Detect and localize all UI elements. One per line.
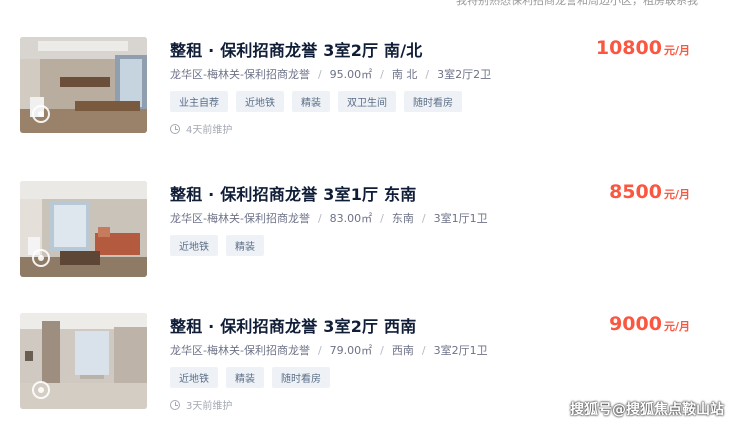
listing-info: 龙华区-梅林关-保利招商龙誉 / 95.00㎡ / 南 北 / 3室2厅2卫 (170, 66, 491, 82)
maintenance-info: 4天前维护 (170, 121, 232, 136)
listing-price: 10800 元/月 (596, 37, 690, 59)
location: 龙华区-梅林关-保利招商龙誉 (170, 344, 310, 357)
separator: / (380, 212, 384, 225)
tag: 随时看房 (272, 367, 330, 388)
price-unit: 元/月 (663, 320, 690, 333)
orientation: 南 北 (391, 68, 418, 81)
tag: 双卫生间 (338, 91, 396, 112)
area: 95.00㎡ (329, 68, 373, 81)
tag: 精装 (292, 91, 330, 112)
separator: / (421, 344, 426, 357)
listing-info: 龙华区-梅林关-保利招商龙誉 / 83.00㎡ / 东南 / 3室1厅1卫 (170, 210, 488, 226)
agent-note: 我特别熟悉保利招商龙誉和周边小区，租房联系我 (456, 0, 698, 7)
listing-title[interactable]: 整租 · 保利招商龙誉 3室1厅 东南 (170, 181, 416, 205)
vr-view-icon[interactable] (32, 105, 50, 123)
room-layout: 3室1厅1卫 (433, 212, 488, 225)
tag-list: 近地铁 精装 随时看房 (170, 367, 330, 388)
listing-photo[interactable] (20, 37, 147, 133)
separator: / (380, 68, 384, 81)
separator: / (425, 68, 430, 81)
listing-title[interactable]: 整租 · 保利招商龙誉 3室2厅 西南 (170, 313, 416, 337)
tag: 精装 (226, 367, 264, 388)
tag-list: 业主自荐 近地铁 精装 双卫生间 随时看房 (170, 91, 462, 112)
clock-icon (170, 123, 180, 134)
location: 龙华区-梅林关-保利招商龙誉 (170, 212, 310, 225)
listing-info: 龙华区-梅林关-保利招商龙誉 / 79.00㎡ / 西南 / 3室2厅1卫 (170, 342, 488, 358)
watermark: 搜狐号@搜狐焦点鞍山站 (570, 402, 724, 418)
price-value: 10800 (595, 37, 662, 59)
separator: / (317, 68, 322, 81)
listing-photo[interactable] (20, 313, 147, 409)
price-unit: 元/月 (663, 188, 690, 201)
maintenance-text: 4天前维护 (186, 125, 233, 136)
price-value: 8500 (609, 181, 662, 203)
tag-list: 近地铁 精装 (170, 235, 264, 256)
tag: 业主自荐 (170, 91, 228, 112)
tag: 近地铁 (170, 367, 218, 388)
tag: 近地铁 (236, 91, 284, 112)
room-layout: 3室2厅1卫 (433, 344, 488, 357)
separator: / (421, 212, 426, 225)
tag: 随时看房 (404, 91, 462, 112)
orientation: 西南 (391, 344, 414, 357)
room-layout: 3室2厅2卫 (437, 68, 492, 81)
orientation: 东南 (391, 212, 414, 225)
separator: / (380, 344, 384, 357)
location: 龙华区-梅林关-保利招商龙誉 (170, 68, 310, 81)
listing-price: 8500 元/月 (609, 181, 690, 203)
vr-view-icon[interactable] (32, 381, 50, 399)
area: 83.00㎡ (329, 212, 373, 225)
price-value: 9000 (609, 313, 662, 335)
clock-icon (170, 399, 180, 410)
separator: / (317, 344, 322, 357)
maintenance-text: 3天前维护 (186, 401, 233, 412)
listing-photo[interactable] (20, 181, 147, 277)
separator: / (317, 212, 322, 225)
price-unit: 元/月 (663, 44, 690, 57)
tag: 近地铁 (170, 235, 218, 256)
area: 79.00㎡ (329, 344, 373, 357)
listing-price: 9000 元/月 (609, 313, 690, 335)
maintenance-info: 3天前维护 (170, 397, 232, 412)
listing-title[interactable]: 整租 · 保利招商龙誉 3室2厅 南/北 (170, 37, 422, 61)
tag: 精装 (226, 235, 264, 256)
vr-view-icon[interactable] (32, 249, 50, 267)
